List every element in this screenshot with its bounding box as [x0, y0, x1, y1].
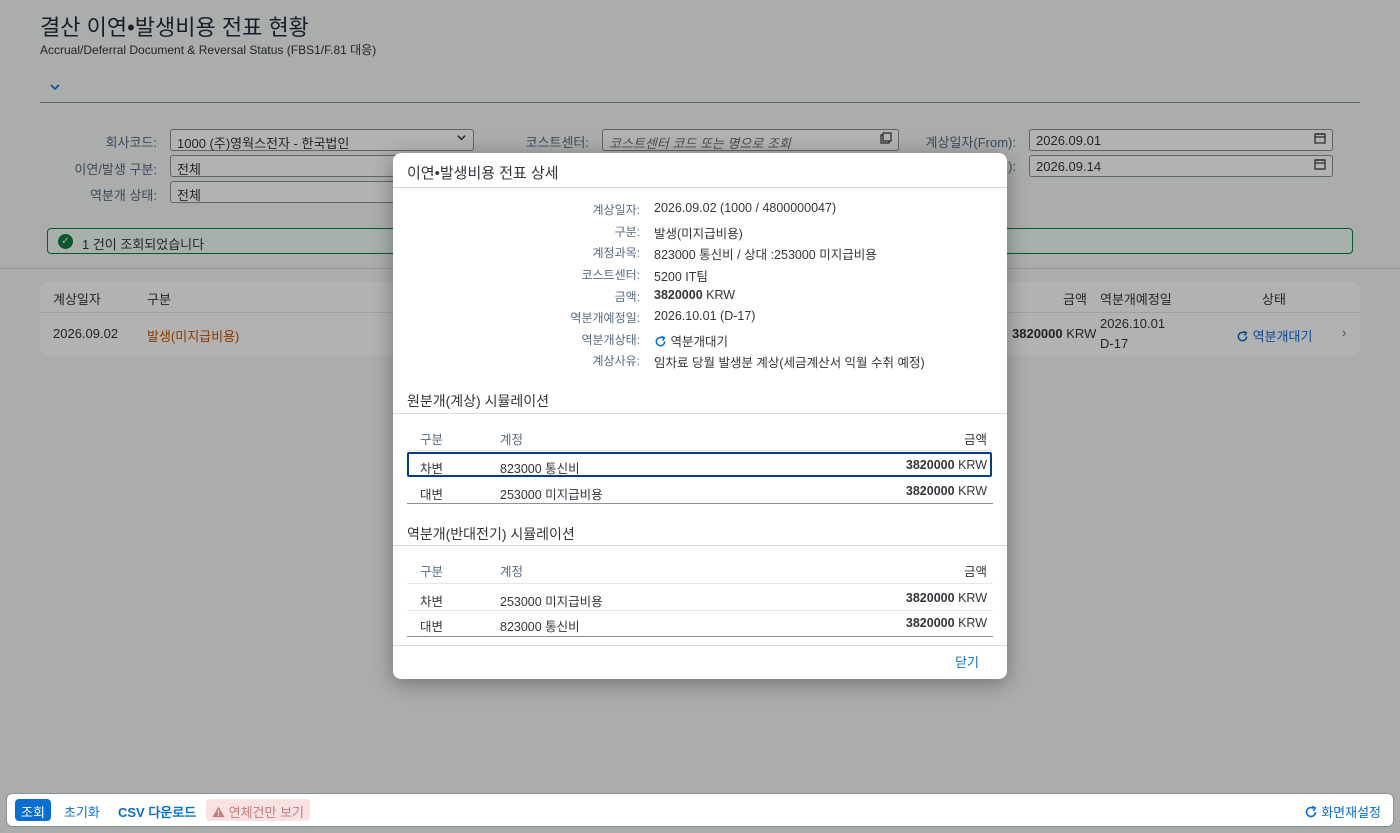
detail-label: 계정과목:	[592, 246, 641, 260]
detail-value: 임차료 당월 발생분 계상(세금계산서 익월 수취 예정)	[654, 356, 925, 370]
original-sim-title: 원분개(계상) 시뮬레이션	[407, 393, 550, 409]
table-divider	[407, 503, 993, 504]
sim-col-account: 계정	[500, 565, 524, 579]
sim-side: 차변	[420, 462, 444, 476]
dialog-footer-divider	[393, 645, 1007, 646]
sim-amount: 3820000 KRW	[905, 484, 987, 498]
detail-label: 금액:	[614, 290, 640, 304]
table-divider	[407, 583, 993, 584]
table-divider	[407, 450, 993, 451]
warning-icon	[212, 805, 229, 820]
sim-side: 차변	[420, 595, 444, 609]
table-row[interactable]	[407, 452, 992, 477]
detail-value: 2026.10.01 (D-17)	[654, 309, 756, 323]
footer-toolbar: 조회 초기화 CSV 다운로드 연체건만 보기 화면재설정	[6, 793, 1394, 827]
detail-label: 구분:	[614, 225, 640, 239]
detail-value: 2026.09.02 (1000 / 4800000047)	[654, 201, 837, 215]
overdue-only-button[interactable]: 연체건만 보기	[206, 799, 310, 821]
sim-col-amount: 금액	[963, 433, 987, 447]
detail-label: 계상일자:	[592, 203, 641, 217]
sim-account: 823000 통신비	[500, 620, 580, 634]
detail-dialog: 이연•발생비용 전표 상세 계상일자: 2026.09.02 (1000 / 4…	[393, 153, 1007, 679]
detail-value: 역분개대기	[654, 331, 728, 350]
refresh-icon	[654, 335, 670, 349]
sim-amount: 3820000 KRW	[905, 616, 987, 630]
sim-account: 253000 미지급비용	[500, 488, 603, 502]
sim-col-side: 구분	[420, 565, 444, 579]
detail-label: 계상사유:	[592, 354, 641, 368]
sim-amount: 3820000 KRW	[905, 591, 987, 605]
detail-value: 5200 IT팀	[654, 270, 708, 284]
reversal-sim-title: 역분개(반대전기) 시뮬레이션	[407, 526, 575, 542]
detail-label: 코스트센터:	[581, 268, 640, 282]
dialog-header-divider	[393, 187, 1007, 188]
sim-col-side: 구분	[420, 433, 444, 447]
sim-side: 대변	[420, 620, 444, 634]
detail-value: 823000 통신비 / 상대 :253000 미지급비용	[654, 248, 877, 262]
section-divider	[393, 545, 1007, 546]
table-divider	[407, 610, 993, 611]
sim-account: 253000 미지급비용	[500, 595, 603, 609]
sim-account: 823000 통신비	[500, 462, 580, 476]
section-divider	[393, 413, 1007, 414]
close-button[interactable]: 닫기	[955, 652, 979, 671]
refresh-icon	[1304, 805, 1322, 820]
search-button[interactable]: 조회	[15, 799, 51, 821]
detail-label: 역분개상태:	[581, 333, 640, 347]
dialog-title: 이연•발생비용 전표 상세	[407, 165, 559, 182]
sim-col-account: 계정	[500, 433, 524, 447]
detail-value: 3820000 KRW	[654, 288, 736, 302]
sim-amount: 3820000 KRW	[905, 458, 987, 472]
sim-side: 대변	[420, 488, 444, 502]
refresh-layout-button[interactable]: 화면재설정	[1298, 799, 1387, 821]
detail-label: 역분개예정일:	[570, 311, 640, 325]
table-divider	[407, 636, 993, 637]
sim-col-amount: 금액	[963, 565, 987, 579]
csv-download-button[interactable]: CSV 다운로드	[112, 799, 202, 821]
reset-button[interactable]: 초기화	[58, 799, 106, 821]
detail-value: 발생(미지급비용)	[654, 227, 743, 241]
